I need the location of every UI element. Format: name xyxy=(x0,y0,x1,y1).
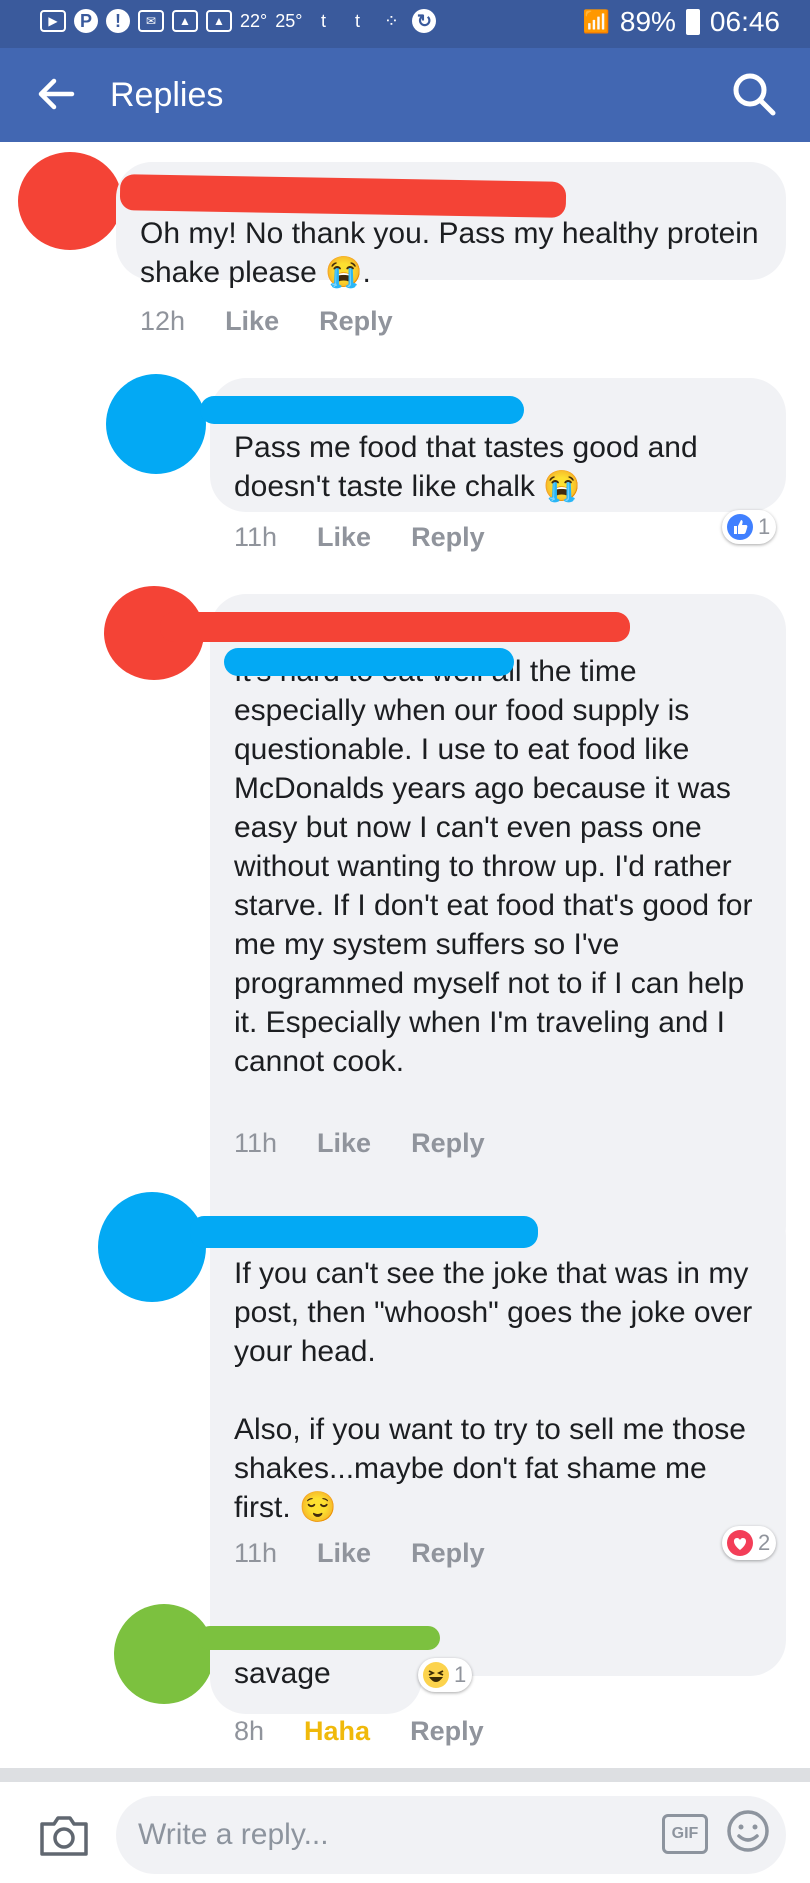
avatar-redacted xyxy=(18,152,122,250)
comment-text: savage xyxy=(234,1657,331,1690)
comment-time: 11h xyxy=(234,522,278,552)
notification-icons: ▶ P ! ✉ ▲ ▲ 22° 25° t t ⁘ ↻ xyxy=(40,8,437,34)
search-icon[interactable] xyxy=(730,70,778,118)
comment-time: 12h xyxy=(140,306,186,336)
system-status: 📶 89% 06:46 xyxy=(582,6,780,38)
emoji-icon[interactable] xyxy=(726,1809,770,1853)
comment-actions: 11h Like Reply xyxy=(234,1128,485,1159)
comment-text: Oh my! No thank you. Pass my healthy pro… xyxy=(140,217,759,289)
app-bar: Replies xyxy=(0,48,810,142)
name-redaction-2 xyxy=(224,648,514,676)
replies-list: Oh my! No thank you. Pass my healthy pro… xyxy=(0,142,810,1768)
avatar-redacted xyxy=(114,1604,214,1704)
comment-time: 11h xyxy=(234,1538,278,1568)
comment-actions: 8h Haha Reply xyxy=(234,1716,484,1747)
mail-icon: ✉ xyxy=(138,10,164,32)
love-reaction-icon xyxy=(727,1530,753,1556)
reply-button[interactable]: Reply xyxy=(411,1128,485,1159)
like-button[interactable]: Like xyxy=(317,1538,371,1569)
haha-reaction-icon xyxy=(423,1662,449,1688)
dots-icon: ⁘ xyxy=(383,10,400,31)
comment-time: 8h xyxy=(234,1716,265,1746)
comment-text: If you can't see the joke that was in my… xyxy=(234,1257,753,1368)
reaction-count: 1 xyxy=(758,514,771,539)
gif-button[interactable]: GIF xyxy=(662,1814,708,1854)
like-reaction-icon xyxy=(727,514,753,540)
haha-button[interactable]: Haha xyxy=(304,1716,370,1747)
battery-percent: 89% xyxy=(619,6,676,37)
comment-text: Pass me food that tastes good and doesn'… xyxy=(234,431,698,503)
name-redaction xyxy=(198,1626,440,1650)
status-bar: ▶ P ! ✉ ▲ ▲ 22° 25° t t ⁘ ↻ 📶 89% 06:46 xyxy=(0,0,810,48)
reply-button[interactable]: Reply xyxy=(411,1538,485,1569)
reaction-badge[interactable]: 2 xyxy=(722,1526,777,1560)
image-icon-2: ▲ xyxy=(206,10,232,32)
comment-text: It's hard to eat well all the time espec… xyxy=(234,655,753,1078)
pinterest-icon: P xyxy=(74,9,98,33)
youtube-icon: ▶ xyxy=(40,10,66,32)
like-button[interactable]: Like xyxy=(317,522,371,553)
comment-actions: 11h Like Reply xyxy=(234,1538,485,1569)
reaction-count: 2 xyxy=(758,1530,771,1555)
name-redaction xyxy=(190,1216,538,1248)
comment-text-2: Also, if you want to try to sell me thos… xyxy=(234,1413,746,1524)
clock: 06:46 xyxy=(709,6,780,37)
tumblr-icon-2: t xyxy=(354,10,360,31)
reply-button[interactable]: Reply xyxy=(410,1716,484,1747)
battery-icon xyxy=(685,9,700,35)
alert-icon: ! xyxy=(106,9,130,33)
name-redaction xyxy=(160,612,630,642)
like-button[interactable]: Like xyxy=(317,1128,371,1159)
wifi-icon: 📶 xyxy=(582,9,610,34)
name-redaction xyxy=(200,396,524,424)
sync-icon: ↻ xyxy=(412,9,437,33)
camera-icon[interactable] xyxy=(38,1814,90,1858)
reaction-badge[interactable]: 1 xyxy=(722,510,777,544)
comment-bubble: It's hard to eat well all the time espec… xyxy=(210,594,786,1262)
comment-time: 11h xyxy=(234,1128,278,1158)
divider xyxy=(0,1768,810,1782)
reaction-count: 1 xyxy=(454,1662,467,1687)
weather-temp-1: 22° xyxy=(240,10,268,31)
comment-actions: 12h Like Reply xyxy=(140,306,393,337)
tumblr-icon: t xyxy=(320,10,326,31)
reply-button[interactable]: Reply xyxy=(319,306,393,337)
weather-temp-2: 25° xyxy=(275,10,303,31)
reaction-badge[interactable]: 1 xyxy=(418,1658,473,1692)
comment-bubble: If you can't see the joke that was in my… xyxy=(210,1200,786,1676)
avatar-redacted xyxy=(98,1192,206,1302)
page-title: Replies xyxy=(110,76,224,114)
reply-button[interactable]: Reply xyxy=(411,522,485,553)
reply-composer: Write a reply... GIF xyxy=(0,1782,810,1883)
like-button[interactable]: Like xyxy=(225,306,279,337)
comment-actions: 11h Like Reply xyxy=(234,522,485,553)
image-icon: ▲ xyxy=(172,10,198,32)
back-arrow-icon[interactable] xyxy=(34,72,78,116)
avatar-redacted xyxy=(106,374,206,474)
